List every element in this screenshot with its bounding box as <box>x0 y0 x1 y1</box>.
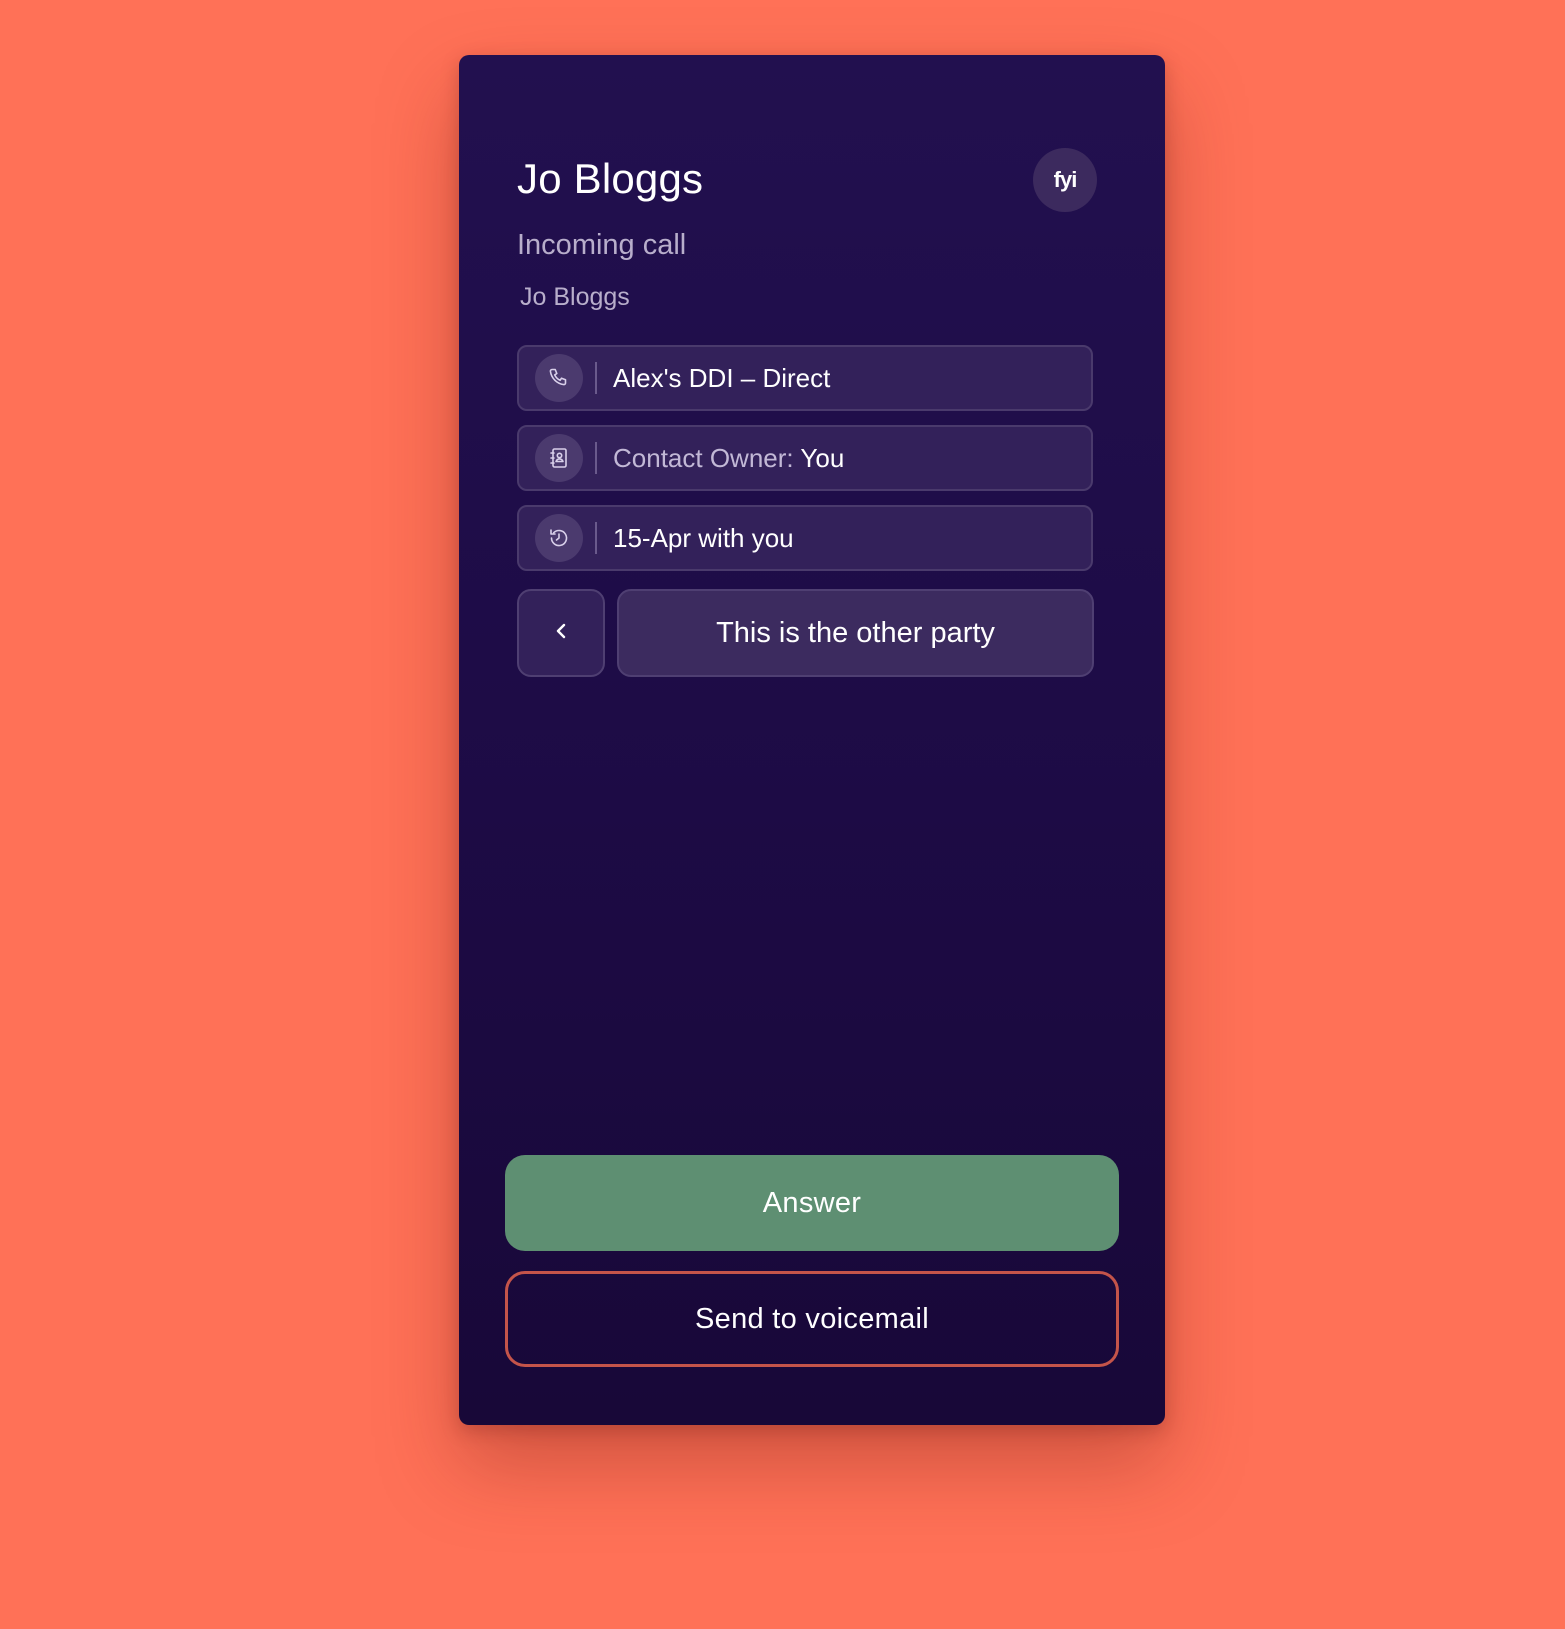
contact-owner-label: Contact Owner: <box>613 442 794 473</box>
caller-name: Jo Bloggs <box>517 155 704 202</box>
contact-owner-text: Contact Owner: You <box>613 443 844 474</box>
fyi-logo-icon: fyi <box>1053 167 1078 192</box>
history-icon <box>535 514 583 562</box>
divider <box>595 362 597 394</box>
send-to-voicemail-button[interactable]: Send to voicemail <box>505 1271 1119 1367</box>
contact-owner-row: Contact Owner: You <box>517 425 1093 491</box>
answer-button[interactable]: Answer <box>505 1155 1119 1251</box>
contact-book-icon <box>535 434 583 482</box>
incoming-call-panel: Jo Bloggs fyi Incoming call Jo Bloggs Al… <box>459 55 1165 1425</box>
call-status: Incoming call <box>517 229 687 261</box>
chevron-left-icon <box>549 619 573 648</box>
contact-name: Jo Bloggs <box>520 283 630 311</box>
call-history-row: 15-Apr with you <box>517 505 1093 571</box>
line-info-row: Alex's DDI – Direct <box>517 345 1093 411</box>
divider <box>595 522 597 554</box>
fyi-button[interactable]: fyi <box>1033 148 1097 212</box>
last-call-text: 15-Apr with you <box>613 522 794 553</box>
line-name: Alex's DDI – Direct <box>613 362 831 393</box>
back-button[interactable] <box>517 589 605 677</box>
other-party-button[interactable]: This is the other party <box>617 589 1094 677</box>
divider <box>595 442 597 474</box>
phone-icon <box>535 354 583 402</box>
contact-owner-value: You <box>800 442 845 473</box>
